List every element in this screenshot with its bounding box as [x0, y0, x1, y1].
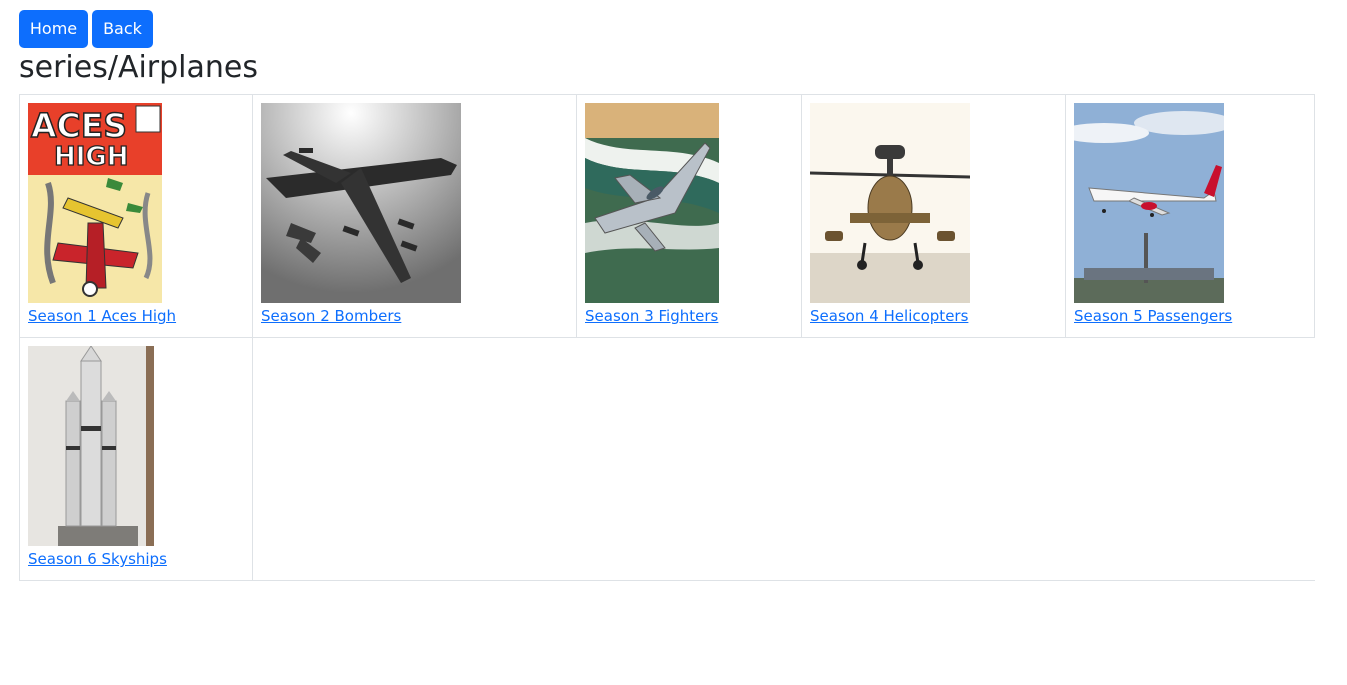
page-title: series/Airplanes [19, 50, 259, 85]
season-3-thumbnail[interactable] [585, 103, 719, 303]
season-4-thumbnail[interactable] [810, 103, 970, 303]
table-row: ACES HIGH Season 1 Aces High Season 2 Bo… [19, 94, 1315, 338]
back-button[interactable]: Back [92, 10, 153, 48]
table-row: Season 6 Skyships [19, 337, 1315, 581]
season-5-link[interactable]: Season 5 Passengers [1074, 304, 1232, 328]
season-2-link[interactable]: Season 2 Bombers [261, 304, 401, 328]
comic-title-line1: ACES [31, 106, 127, 145]
season-1-link[interactable]: Season 1 Aces High [28, 304, 176, 328]
empty-cell [252, 337, 1315, 581]
season-6-thumbnail[interactable] [28, 346, 154, 546]
comic-cover-image: ACES HIGH [28, 103, 162, 303]
bomber-image [261, 103, 461, 303]
airliner-image [1074, 103, 1224, 303]
season-cell: Season 3 Fighters [576, 94, 802, 338]
season-cell: Season 6 Skyships [19, 337, 253, 581]
rocket-image [28, 346, 154, 546]
helicopter-image [810, 103, 970, 303]
season-cell: Season 5 Passengers [1065, 94, 1315, 338]
season-cell: ACES HIGH Season 1 Aces High [19, 94, 253, 338]
nav-bar: Home Back [19, 10, 153, 48]
comic-title-line2: HIGH [54, 142, 129, 172]
fighter-jet-image [585, 103, 719, 303]
season-3-link[interactable]: Season 3 Fighters [585, 304, 718, 328]
season-6-link[interactable]: Season 6 Skyships [28, 547, 167, 571]
season-2-thumbnail[interactable] [261, 103, 461, 303]
season-cell: Season 4 Helicopters [801, 94, 1066, 338]
home-button[interactable]: Home [19, 10, 88, 48]
seasons-table: ACES HIGH Season 1 Aces High Season 2 Bo… [19, 94, 1315, 581]
season-4-link[interactable]: Season 4 Helicopters [810, 304, 968, 328]
season-cell: Season 2 Bombers [252, 94, 577, 338]
season-5-thumbnail[interactable] [1074, 103, 1224, 303]
season-1-thumbnail[interactable]: ACES HIGH [28, 103, 162, 303]
